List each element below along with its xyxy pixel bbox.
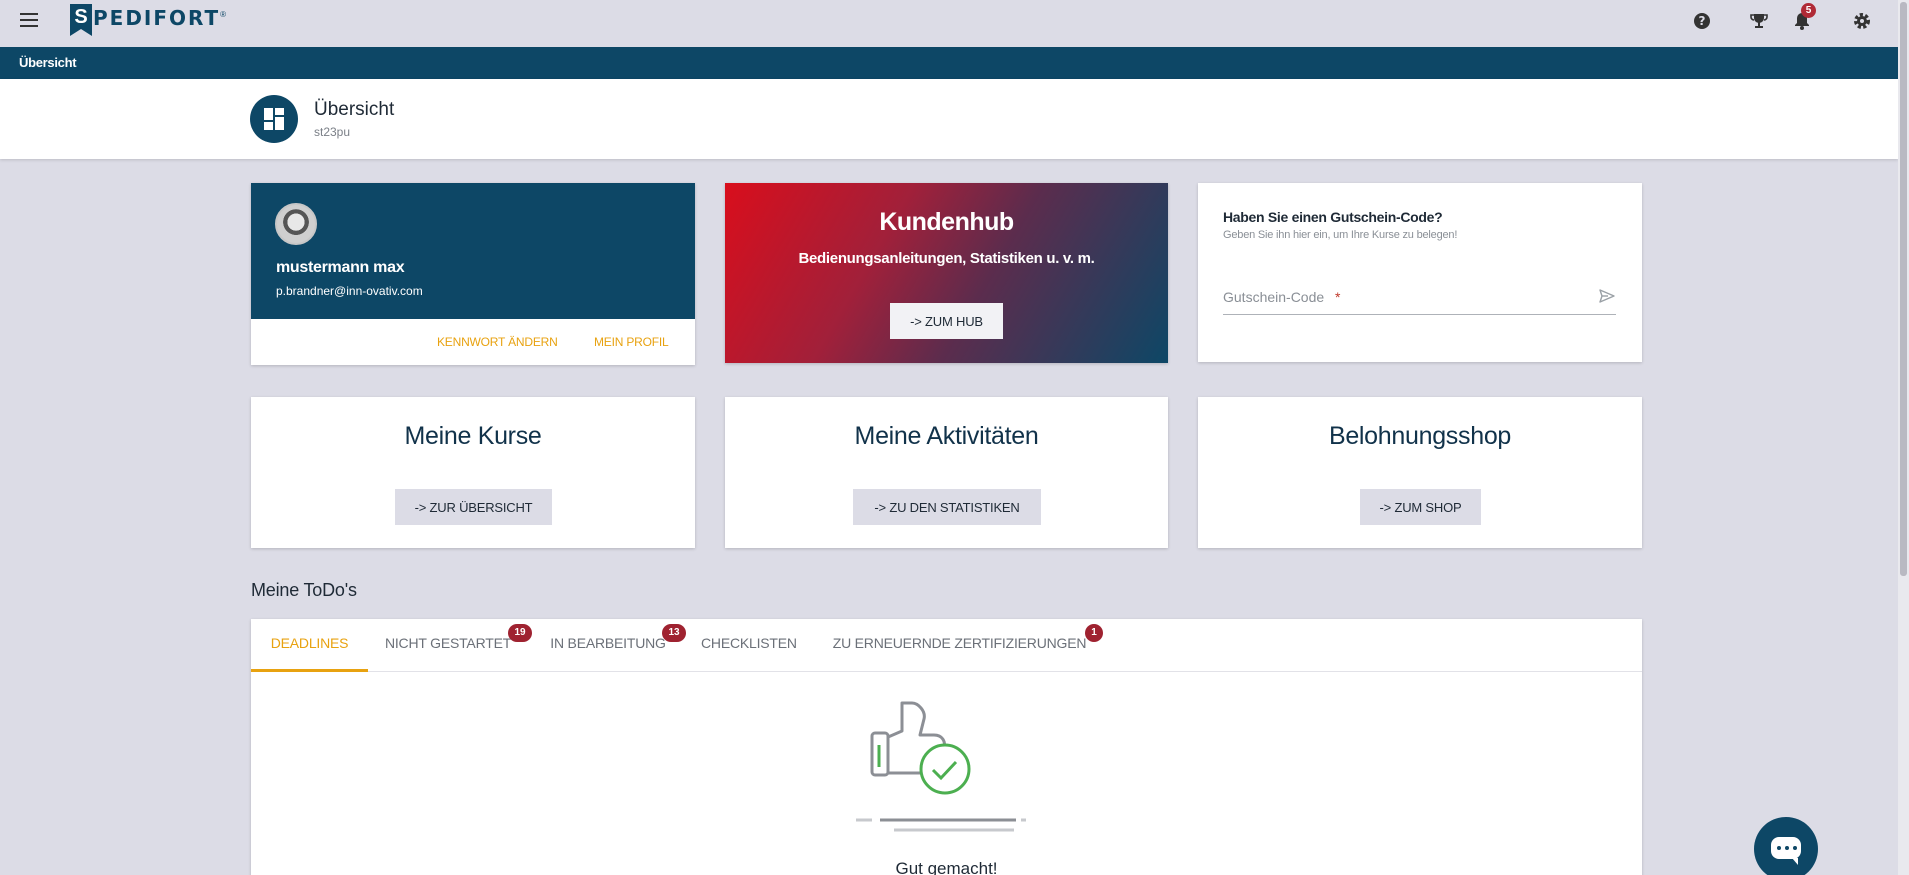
tab-checklists[interactable]: CHECKLISTEN — [701, 619, 797, 672]
hub-title: Kundenhub — [879, 208, 1014, 236]
send-icon[interactable] — [1598, 287, 1616, 305]
empty-state-text: Gut gemacht! — [895, 859, 998, 875]
dashboard-icon — [250, 95, 298, 143]
todos-title: Meine ToDo's — [251, 580, 357, 600]
registered-mark: ® — [220, 10, 227, 19]
menu-icon[interactable] — [20, 13, 38, 27]
tab-certifications-to-renew[interactable]: ZU ERNEUERNDE ZERTIFIZIERUNGEN — [832, 619, 1087, 672]
scrollbar[interactable] — [1898, 0, 1909, 875]
chat-icon — [1771, 837, 1801, 865]
notification-badge: 5 — [1801, 3, 1816, 18]
profile-email: p.brandner@inn-ovativ.com — [276, 284, 423, 298]
voucher-title: Haben Sie einen Gutschein-Code? — [1223, 209, 1443, 225]
svg-text:?: ? — [1699, 14, 1706, 28]
top-bar: S PEDIFORT ® ? 5 — [0, 0, 1898, 47]
todos-tabs: DEADLINES NICHT GESTARTET 19 IN BEARBEIT… — [251, 619, 1642, 672]
my-courses-title: Meine Kurse — [404, 422, 542, 450]
my-activities-card: Meine Aktivitäten -> ZU DEN STATISTIKEN — [725, 397, 1168, 548]
nav-strip: Übersicht — [0, 47, 1898, 79]
logo-text: PEDIFORT — [93, 6, 221, 30]
voucher-field: * — [1223, 287, 1616, 315]
spedifort-logo[interactable]: S PEDIFORT ® — [70, 4, 226, 36]
help-icon[interactable]: ? — [1691, 10, 1713, 32]
my-profile-link[interactable]: MEIN PROFIL — [594, 335, 669, 349]
logo-mark: S — [70, 4, 92, 36]
thumbs-up-check-icon — [856, 691, 1036, 846]
to-overview-button[interactable]: -> ZUR ÜBERSICHT — [395, 489, 552, 525]
required-mark: * — [1335, 289, 1341, 305]
hub-subtitle: Bedienungsanleitungen, Statistiken u. v.… — [798, 250, 1095, 267]
scrollbar-thumb[interactable] — [1900, 2, 1907, 576]
profile-name: mustermann max — [276, 259, 405, 276]
notifications-bell-icon[interactable]: 5 — [1791, 3, 1816, 32]
voucher-subtitle: Geben Sie ihn hier ein, um Ihre Kurse zu… — [1223, 229, 1458, 241]
tab-not-started[interactable]: NICHT GESTARTET — [383, 619, 513, 672]
in-progress-count-badge: 13 — [662, 624, 686, 642]
tab-deadlines[interactable]: DEADLINES — [251, 619, 368, 672]
page-subtitle: st23pu — [314, 125, 351, 139]
voucher-code-input[interactable] — [1223, 289, 1583, 305]
not-started-count-badge: 19 — [508, 624, 532, 642]
rewards-shop-title: Belohnungsshop — [1328, 422, 1512, 450]
chat-button[interactable] — [1754, 817, 1818, 875]
certifications-count-badge: 1 — [1085, 624, 1103, 642]
voucher-card: Haben Sie einen Gutschein-Code? Geben Si… — [1198, 183, 1642, 362]
tab-label: DEADLINES — [270, 635, 349, 651]
my-activities-title: Meine Aktivitäten — [854, 422, 1039, 450]
profile-card: mustermann max p.brandner@inn-ovativ.com… — [251, 183, 695, 365]
tab-label: IN BEARBEITUNG — [550, 635, 666, 651]
rewards-shop-card: Belohnungsshop -> ZUM SHOP — [1198, 397, 1642, 548]
todos-panel: DEADLINES NICHT GESTARTET 19 IN BEARBEIT… — [251, 619, 1642, 875]
tab-label: ZU ERNEUERNDE ZERTIFIZIERUNGEN — [832, 635, 1087, 651]
trophy-icon[interactable] — [1748, 10, 1770, 32]
gear-icon[interactable] — [1851, 10, 1873, 32]
avatar[interactable] — [275, 203, 317, 245]
breadcrumb[interactable]: Übersicht — [19, 55, 77, 70]
page-title: Übersicht — [314, 99, 395, 120]
customer-hub-card: Kundenhub Bedienungsanleitungen, Statist… — [725, 183, 1168, 363]
to-shop-button[interactable]: -> ZUM SHOP — [1360, 489, 1481, 525]
tab-label: NICHT GESTARTET — [384, 635, 512, 651]
my-courses-card: Meine Kurse -> ZUR ÜBERSICHT — [251, 397, 695, 548]
tab-label: CHECKLISTEN — [701, 635, 797, 651]
change-password-link[interactable]: KENNWORT ÄNDERN — [437, 335, 558, 349]
to-hub-button[interactable]: -> ZUM HUB — [890, 303, 1003, 339]
tab-in-progress[interactable]: IN BEARBEITUNG — [548, 619, 668, 672]
page-header: Übersicht st23pu — [0, 79, 1898, 159]
profile-header: mustermann max p.brandner@inn-ovativ.com — [251, 183, 695, 319]
to-statistics-button[interactable]: -> ZU DEN STATISTIKEN — [853, 489, 1041, 525]
